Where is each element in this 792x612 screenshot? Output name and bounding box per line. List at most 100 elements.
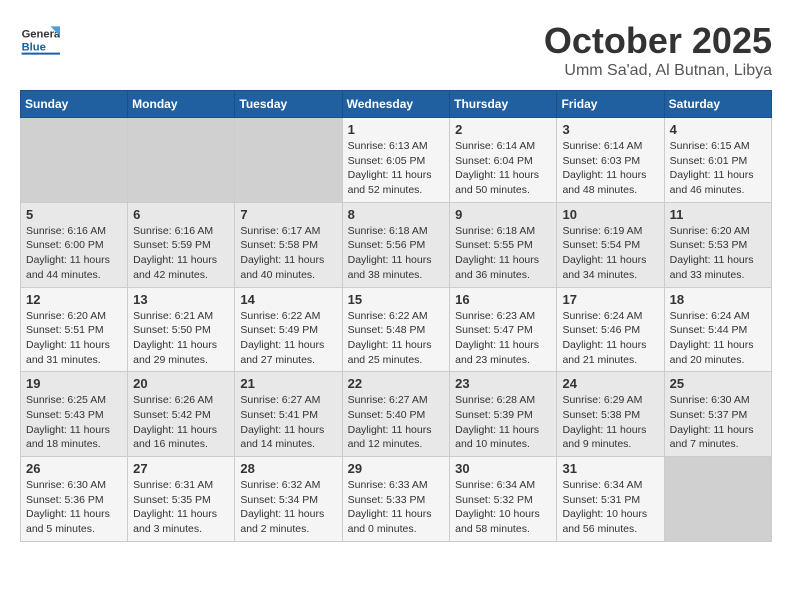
calendar-cell: 13 Sunrise: 6:21 AMSunset: 5:50 PMDayligh… [128,287,235,372]
day-number: 26 [26,461,122,476]
day-number: 20 [133,376,229,391]
header-friday: Friday [557,91,664,118]
calendar-cell: 10 Sunrise: 6:19 AMSunset: 5:54 PMDayligh… [557,202,664,287]
day-number: 17 [562,292,658,307]
day-info: Sunrise: 6:24 AMSunset: 5:44 PMDaylight:… [670,309,766,368]
calendar-cell: 27 Sunrise: 6:31 AMSunset: 5:35 PMDayligh… [128,457,235,542]
day-number: 5 [26,207,122,222]
logo: General Blue [20,20,64,60]
day-number: 30 [455,461,551,476]
day-info: Sunrise: 6:21 AMSunset: 5:50 PMDaylight:… [133,309,229,368]
header-thursday: Thursday [450,91,557,118]
day-info: Sunrise: 6:27 AMSunset: 5:41 PMDaylight:… [240,393,336,452]
calendar-cell: 28Sunrise: 6:32 AMSunset: 5:34 PMDayligh… [235,457,342,542]
page-title: October 2025 [544,20,772,62]
day-number: 8 [348,207,445,222]
logo-icon: General Blue [20,20,60,60]
calendar-cell: 7 Sunrise: 6:17 AMSunset: 5:58 PMDaylight… [235,202,342,287]
day-info: Sunrise: 6:19 AMSunset: 5:54 PMDaylight:… [562,224,658,283]
day-info: Sunrise: 6:16 AMSunset: 6:00 PMDaylight:… [26,224,122,283]
calendar-cell: 1 Sunrise: 6:13 AMSunset: 6:05 PMDaylight… [342,118,450,203]
calendar-week-5: 26Sunrise: 6:30 AMSunset: 5:36 PMDayligh… [21,457,772,542]
calendar-cell: 31 Sunrise: 6:34 AMSunset: 5:31 PMDayligh… [557,457,664,542]
header-tuesday: Tuesday [235,91,342,118]
calendar-cell: 20 Sunrise: 6:26 AMSunset: 5:42 PMDayligh… [128,372,235,457]
day-info: Sunrise: 6:18 AMSunset: 5:56 PMDaylight:… [348,224,445,283]
day-number: 29 [348,461,445,476]
calendar-cell: 21Sunrise: 6:27 AMSunset: 5:41 PMDayligh… [235,372,342,457]
day-info: Sunrise: 6:26 AMSunset: 5:42 PMDaylight:… [133,393,229,452]
calendar-cell: 30 Sunrise: 6:34 AMSunset: 5:32 PMDayligh… [450,457,557,542]
svg-text:General: General [22,29,60,41]
calendar-cell: 12Sunrise: 6:20 AMSunset: 5:51 PMDayligh… [21,287,128,372]
day-info: Sunrise: 6:13 AMSunset: 6:05 PMDaylight:… [348,139,445,198]
day-number: 7 [240,207,336,222]
day-number: 19 [26,376,122,391]
day-info: Sunrise: 6:31 AMSunset: 5:35 PMDaylight:… [133,478,229,537]
calendar-cell: 11 Sunrise: 6:20 AMSunset: 5:53 PMDayligh… [664,202,771,287]
day-info: Sunrise: 6:28 AMSunset: 5:39 PMDaylight:… [455,393,551,452]
calendar-cell: 9 Sunrise: 6:18 AMSunset: 5:55 PMDaylight… [450,202,557,287]
day-info: Sunrise: 6:24 AMSunset: 5:46 PMDaylight:… [562,309,658,368]
day-number: 23 [455,376,551,391]
calendar-cell: 15Sunrise: 6:22 AMSunset: 5:48 PMDayligh… [342,287,450,372]
day-info: Sunrise: 6:32 AMSunset: 5:34 PMDaylight:… [240,478,336,537]
day-number: 15 [348,292,445,307]
day-info: Sunrise: 6:23 AMSunset: 5:47 PMDaylight:… [455,309,551,368]
day-number: 9 [455,207,551,222]
calendar-cell: 23 Sunrise: 6:28 AMSunset: 5:39 PMDayligh… [450,372,557,457]
calendar-cell [235,118,342,203]
calendar-cell: 8 Sunrise: 6:18 AMSunset: 5:56 PMDaylight… [342,202,450,287]
day-info: Sunrise: 6:29 AMSunset: 5:38 PMDaylight:… [562,393,658,452]
header-saturday: Saturday [664,91,771,118]
day-info: Sunrise: 6:34 AMSunset: 5:31 PMDaylight:… [562,478,658,537]
title-block: October 2025 Umm Sa'ad, Al Butnan, Libya [544,20,772,80]
day-number: 16 [455,292,551,307]
calendar-cell: 6Sunrise: 6:16 AMSunset: 5:59 PMDaylight… [128,202,235,287]
day-info: Sunrise: 6:20 AMSunset: 5:53 PMDaylight:… [670,224,766,283]
calendar-cell: 14Sunrise: 6:22 AMSunset: 5:49 PMDayligh… [235,287,342,372]
calendar-table: Sunday Monday Tuesday Wednesday Thursday… [20,90,772,542]
day-info: Sunrise: 6:18 AMSunset: 5:55 PMDaylight:… [455,224,551,283]
day-number: 31 [562,461,658,476]
page-header: General Blue October 2025 Umm Sa'ad, Al … [20,20,772,80]
day-number: 10 [562,207,658,222]
day-info: Sunrise: 6:33 AMSunset: 5:33 PMDaylight:… [348,478,445,537]
day-info: Sunrise: 6:27 AMSunset: 5:40 PMDaylight:… [348,393,445,452]
page-subtitle: Umm Sa'ad, Al Butnan, Libya [544,62,772,80]
header-wednesday: Wednesday [342,91,450,118]
day-number: 4 [670,122,766,137]
day-number: 12 [26,292,122,307]
calendar-cell: 22 Sunrise: 6:27 AMSunset: 5:40 PMDayligh… [342,372,450,457]
calendar-cell: 26Sunrise: 6:30 AMSunset: 5:36 PMDayligh… [21,457,128,542]
calendar-cell: 24Sunrise: 6:29 AMSunset: 5:38 PMDayligh… [557,372,664,457]
day-number: 1 [348,122,445,137]
calendar-cell: 2 Sunrise: 6:14 AMSunset: 6:04 PMDaylight… [450,118,557,203]
day-info: Sunrise: 6:34 AMSunset: 5:32 PMDaylight:… [455,478,551,537]
header-sunday: Sunday [21,91,128,118]
day-number: 13 [133,292,229,307]
calendar-week-3: 12Sunrise: 6:20 AMSunset: 5:51 PMDayligh… [21,287,772,372]
calendar-cell: 3 Sunrise: 6:14 AMSunset: 6:03 PMDaylight… [557,118,664,203]
day-info: Sunrise: 6:17 AMSunset: 5:58 PMDaylight:… [240,224,336,283]
day-info: Sunrise: 6:15 AMSunset: 6:01 PMDaylight:… [670,139,766,198]
day-number: 27 [133,461,229,476]
day-info: Sunrise: 6:14 AMSunset: 6:03 PMDaylight:… [562,139,658,198]
day-info: Sunrise: 6:14 AMSunset: 6:04 PMDaylight:… [455,139,551,198]
calendar-cell: 25 Sunrise: 6:30 AMSunset: 5:37 PMDayligh… [664,372,771,457]
day-number: 3 [562,122,658,137]
calendar-header-row: Sunday Monday Tuesday Wednesday Thursday… [21,91,772,118]
calendar-cell: 29 Sunrise: 6:33 AMSunset: 5:33 PMDayligh… [342,457,450,542]
day-number: 25 [670,376,766,391]
calendar-cell [664,457,771,542]
day-info: Sunrise: 6:16 AMSunset: 5:59 PMDaylight:… [133,224,229,283]
day-info: Sunrise: 6:30 AMSunset: 5:37 PMDaylight:… [670,393,766,452]
calendar-cell: 18Sunrise: 6:24 AMSunset: 5:44 PMDayligh… [664,287,771,372]
calendar-cell: 19 Sunrise: 6:25 AMSunset: 5:43 PMDayligh… [21,372,128,457]
day-number: 2 [455,122,551,137]
day-info: Sunrise: 6:25 AMSunset: 5:43 PMDaylight:… [26,393,122,452]
day-number: 11 [670,207,766,222]
calendar-week-1: 1 Sunrise: 6:13 AMSunset: 6:05 PMDaylight… [21,118,772,203]
day-info: Sunrise: 6:22 AMSunset: 5:49 PMDaylight:… [240,309,336,368]
day-number: 22 [348,376,445,391]
